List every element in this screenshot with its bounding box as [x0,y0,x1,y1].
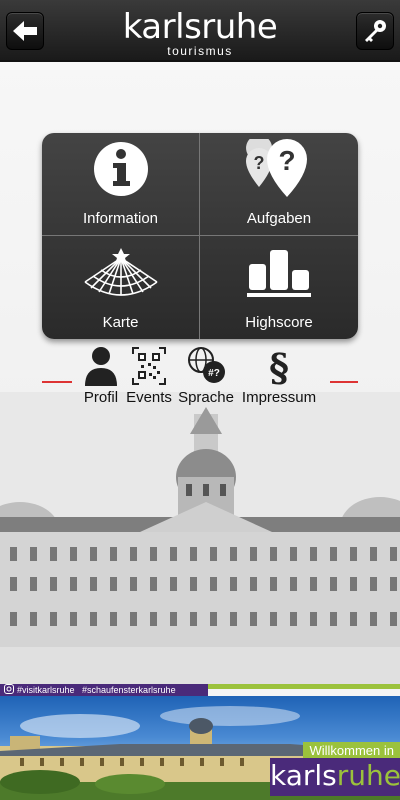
logo-sub-text: tourismus [167,44,233,58]
question-pins-icon: ? ? [243,135,315,205]
svg-text:#?: #? [208,368,220,379]
hashtags-text: #visitkarlsruhe #schaufensterkarlsruhe [17,685,176,695]
nav-events[interactable]: Events [124,346,174,406]
fan-map-icon [81,242,161,302]
brand-part-2: ruhe [336,759,400,792]
menu-tile-information[interactable]: Information [42,133,200,236]
menu-tile-karte[interactable]: Karte [42,236,200,339]
app-header: karlsruhe tourismus [0,0,400,62]
brand-logo: karlsruhe [270,758,400,796]
app-logo: karlsruhe tourismus [0,7,400,58]
welcome-banner[interactable]: Willkommen in karlsruhe [0,696,400,800]
social-strip: #visitkarlsruhe #schaufensterkarlsruhe [0,684,400,696]
svg-text:?: ? [278,145,295,176]
qr-code-icon [132,347,166,385]
language-globe-icon: #? [188,347,225,383]
login-key-button[interactable] [356,12,394,50]
nav-label: Events [126,389,172,406]
instagram-icon [4,684,14,694]
menu-tile-aufgaben[interactable]: ? ? Aufgaben [200,133,358,236]
logo-main-text: karlsruhe [122,7,278,47]
podium-icon [246,242,312,304]
nav-profil[interactable]: Profil [82,346,120,406]
main-menu-grid: Information ? ? Aufgaben Karte Highscore [42,133,358,339]
key-icon [365,20,386,42]
nav-impressum[interactable]: § Impressum [238,346,320,406]
green-accent-bar [208,684,400,689]
menu-tile-highscore[interactable]: Highscore [200,236,358,339]
info-icon [91,139,151,203]
hashtags-bar[interactable]: #visitkarlsruhe #schaufensterkarlsruhe [0,684,208,696]
secondary-nav: Profil Events #? Sprache § Impressum [0,346,400,406]
section-sign-icon: § [269,346,289,386]
nav-sprache[interactable]: #? Sprache [178,346,234,406]
menu-tile-label: Information [82,210,159,227]
menu-tile-label: Aufgaben [246,210,312,227]
nav-label: Impressum [241,389,317,406]
nav-label: Sprache [178,389,234,406]
welcome-text: Willkommen in [303,742,400,759]
menu-tile-label: Highscore [245,314,313,331]
svg-text:§: § [269,346,289,386]
brand-part-1: karls [270,759,337,792]
person-icon [85,347,117,386]
nav-label: Profil [83,389,119,406]
svg-text:?: ? [254,153,265,173]
menu-tile-label: Karte [102,314,139,331]
